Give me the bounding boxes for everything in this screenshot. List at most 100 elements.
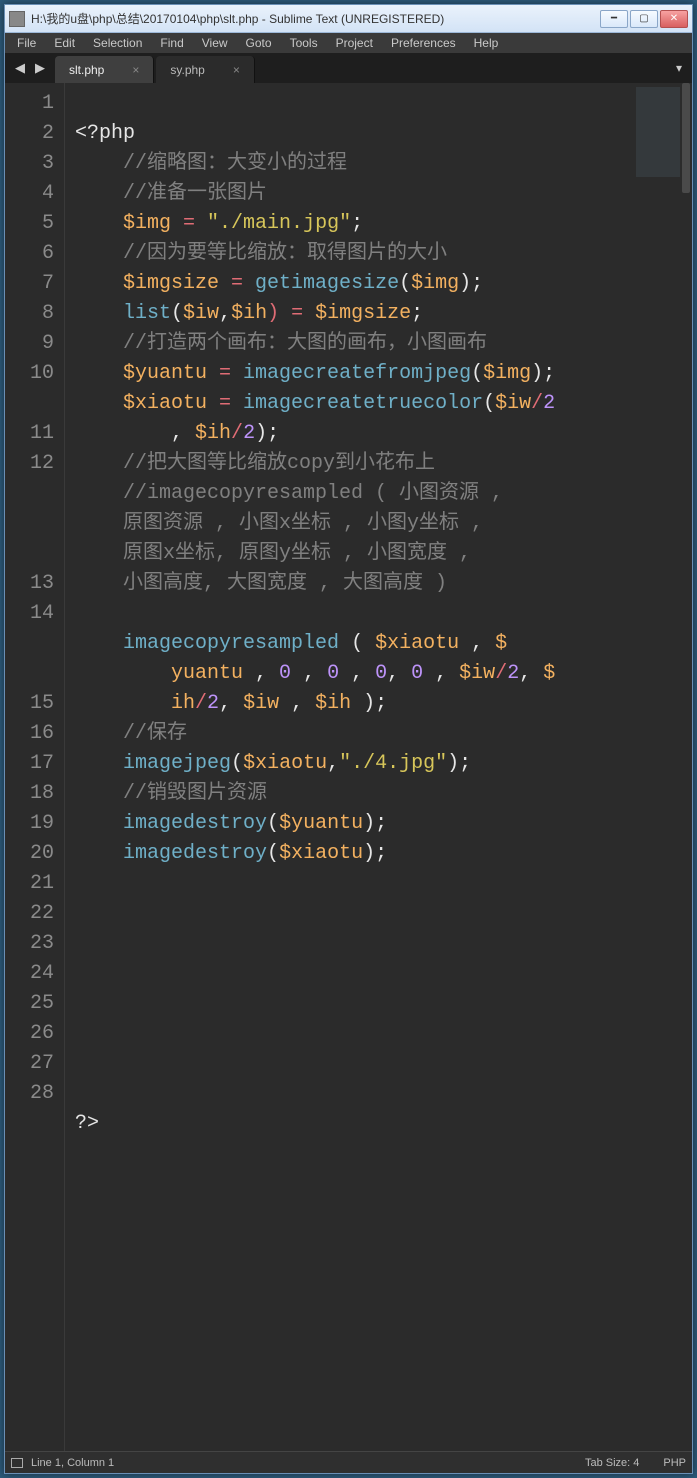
comment: //销毁图片资源 [123, 782, 267, 805]
tab-label: sy.php [170, 63, 204, 77]
line-number: 12 [5, 449, 54, 569]
scrollbar-thumb[interactable] [682, 83, 690, 193]
line-number: 2 [5, 119, 54, 149]
menu-view[interactable]: View [194, 34, 236, 52]
menu-help[interactable]: Help [466, 34, 507, 52]
menu-file[interactable]: File [9, 34, 44, 52]
variable: $xiaotu [123, 392, 207, 415]
variable: $xiaotu [279, 842, 363, 865]
panel-switcher-icon[interactable] [11, 1458, 23, 1468]
function: getimagesize [255, 272, 399, 295]
tab-label: slt.php [69, 63, 104, 77]
tab-overflow-icon[interactable]: ▾ [666, 53, 692, 83]
close-icon[interactable]: × [233, 63, 240, 77]
comment: 原图x坐标, 原图y坐标 , 小图宽度 , [123, 542, 471, 565]
close-icon[interactable]: × [132, 63, 139, 77]
status-syntax[interactable]: PHP [663, 1457, 686, 1469]
nav-forward-icon[interactable]: ▶ [35, 60, 45, 76]
php-close-tag: ?> [75, 1112, 99, 1135]
variable: $img [411, 272, 459, 295]
line-number: 1 [5, 89, 54, 119]
punct: , [423, 662, 459, 685]
line-number: 23 [5, 929, 54, 959]
line-number: 22 [5, 899, 54, 929]
variable: $ih [195, 422, 231, 445]
punct: ( [483, 392, 495, 415]
line-number: 8 [5, 299, 54, 329]
string: "./main.jpg" [207, 212, 351, 235]
punct: ; [411, 302, 423, 325]
punct: ( [339, 632, 375, 655]
punct: ); [363, 812, 387, 835]
punct: ); [447, 752, 471, 775]
nav-back-icon[interactable]: ◀ [15, 60, 25, 76]
comment: 原图资源 , 小图x坐标 , 小图y坐标 , [123, 512, 483, 535]
tabs: slt.php × sy.php × [55, 53, 257, 83]
operator: / [195, 692, 207, 715]
function: imagecopyresampled [123, 632, 339, 655]
operator: ) = [267, 302, 315, 325]
close-button[interactable]: ✕ [660, 10, 688, 28]
punct: ; [351, 212, 363, 235]
line-number: 15 [5, 689, 54, 719]
number: 0 [327, 662, 339, 685]
operator: = [207, 362, 243, 385]
number: 2 [543, 392, 555, 415]
function: imagedestroy [123, 812, 267, 835]
comment: //把大图等比缩放copy到小花布上 [123, 452, 435, 475]
line-number: 26 [5, 1019, 54, 1049]
php-open-tag: <?php [75, 122, 135, 145]
menu-preferences[interactable]: Preferences [383, 34, 464, 52]
menu-project[interactable]: Project [328, 34, 381, 52]
vertical-scrollbar[interactable] [680, 83, 692, 1451]
menubar: File Edit Selection Find View Goto Tools… [5, 33, 692, 53]
operator: / [531, 392, 543, 415]
variable: $iw [459, 662, 495, 685]
operator: = [219, 272, 255, 295]
line-number: 19 [5, 809, 54, 839]
variable: $yuantu [123, 362, 207, 385]
code-area[interactable]: <?php //缩略图：大变小的过程 //准备一张图片 $img = "./ma… [65, 83, 692, 1451]
maximize-button[interactable]: ▢ [630, 10, 658, 28]
tab-sy-php[interactable]: sy.php × [156, 56, 254, 83]
titlebar[interactable]: H:\我的u盘\php\总结\20170104\php\slt.php - Su… [5, 5, 692, 33]
status-linecol[interactable]: Line 1, Column 1 [31, 1457, 114, 1469]
operator: / [231, 422, 243, 445]
punct: ); [351, 692, 387, 715]
line-number: 28 [5, 1079, 54, 1109]
number: 2 [207, 692, 219, 715]
line-number: 10 [5, 359, 54, 419]
punct: ); [255, 422, 279, 445]
line-number: 21 [5, 869, 54, 899]
operator: = [207, 392, 243, 415]
punct: ); [363, 842, 387, 865]
status-tabsize[interactable]: Tab Size: 4 [585, 1457, 639, 1469]
variable: $xiaotu [375, 632, 459, 655]
window-buttons: ━ ▢ ✕ [600, 10, 688, 28]
editor[interactable]: 1 2 3 4 5 6 7 8 9 10 11 12 13 14 15 16 1… [5, 83, 692, 1451]
minimap[interactable] [636, 87, 686, 177]
menu-edit[interactable]: Edit [46, 34, 83, 52]
variable: $img [123, 212, 171, 235]
comment: //缩略图：大变小的过程 [123, 152, 347, 175]
tab-slt-php[interactable]: slt.php × [55, 56, 154, 83]
punct: , [219, 692, 243, 715]
menu-find[interactable]: Find [152, 34, 191, 52]
variable: $yuantu [279, 812, 363, 835]
operator: = [171, 212, 207, 235]
line-number: 4 [5, 179, 54, 209]
window-title: H:\我的u盘\php\总结\20170104\php\slt.php - Su… [31, 10, 600, 27]
line-number: 17 [5, 749, 54, 779]
minimize-button[interactable]: ━ [600, 10, 628, 28]
app-icon [9, 11, 25, 27]
number: 0 [411, 662, 423, 685]
menu-goto[interactable]: Goto [238, 34, 280, 52]
punct: , [519, 662, 543, 685]
variable: $xiaotu [243, 752, 327, 775]
line-number: 20 [5, 839, 54, 869]
menu-selection[interactable]: Selection [85, 34, 150, 52]
comment: 小图高度, 大图宽度 , 大图高度 ) [123, 572, 447, 595]
line-number: 11 [5, 419, 54, 449]
menu-tools[interactable]: Tools [282, 34, 326, 52]
variable: $ [543, 662, 555, 685]
